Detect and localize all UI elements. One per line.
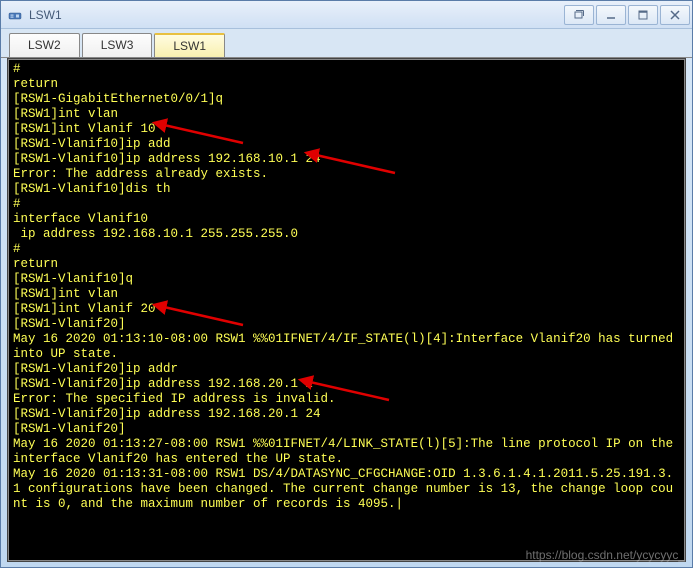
terminal-line: [RSW1-Vlanif20]ip addr xyxy=(13,362,680,377)
close-button[interactable] xyxy=(660,5,690,25)
terminal-line: Error: The specified IP address is inval… xyxy=(13,392,680,407)
terminal-line: return xyxy=(13,77,680,92)
titlebar-left: LSW1 xyxy=(7,7,62,23)
terminal-line: [RSW1-Vlanif10]dis th xyxy=(13,182,680,197)
terminal-line: [RSW1]int vlan xyxy=(13,107,680,122)
terminal-line: [RSW1]int vlan xyxy=(13,287,680,302)
terminal-line: Error: The address already exists. xyxy=(13,167,680,182)
terminal-line: [RSW1-Vlanif10]q xyxy=(13,272,680,287)
terminal-line: [RSW1]int Vlanif 10 xyxy=(13,122,680,137)
window-title: LSW1 xyxy=(29,8,62,22)
terminal-line: May 16 2020 01:13:27-08:00 RSW1 %%01IFNE… xyxy=(13,437,680,467)
terminal-line: return xyxy=(13,257,680,272)
terminal-container: #return[RSW1-GigabitEthernet0/0/1]q[RSW1… xyxy=(7,58,686,562)
terminal[interactable]: #return[RSW1-GigabitEthernet0/0/1]q[RSW1… xyxy=(9,60,684,560)
terminal-line: [RSW1-Vlanif10]ip address 192.168.10.1 2… xyxy=(13,152,680,167)
terminal-line: [RSW1-Vlanif20] xyxy=(13,317,680,332)
titlebar-buttons xyxy=(562,5,690,25)
minimize-button[interactable] xyxy=(596,5,626,25)
terminal-line: # xyxy=(13,62,680,77)
terminal-line: # xyxy=(13,242,680,257)
terminal-line: # xyxy=(13,197,680,212)
window-frame: LSW1 LSW2 LSW3 LSW1 #return[RSW1-Gigabit… xyxy=(0,0,693,568)
terminal-line: ip address 192.168.10.1 255.255.255.0 xyxy=(13,227,680,242)
titlebar: LSW1 xyxy=(1,1,692,29)
terminal-line: [RSW1-Vlanif20]ip address 192.168.20.1 2… xyxy=(13,407,680,422)
tab-bar: LSW2 LSW3 LSW1 xyxy=(1,29,692,58)
tab-lsw1[interactable]: LSW1 xyxy=(154,33,225,57)
terminal-line: [RSW1]int Vlanif 20 xyxy=(13,302,680,317)
app-icon xyxy=(7,7,23,23)
maximize-button[interactable] xyxy=(628,5,658,25)
terminal-line: [RSW1-Vlanif20]ip address 192.168.20.1 2 xyxy=(13,377,680,392)
terminal-line: May 16 2020 01:13:10-08:00 RSW1 %%01IFNE… xyxy=(13,332,680,362)
watermark: https://blog.csdn.net/ycycyyc_ xyxy=(526,548,685,562)
terminal-line: interface Vlanif10 xyxy=(13,212,680,227)
terminal-line: [RSW1-Vlanif10]ip add xyxy=(13,137,680,152)
tab-lsw2[interactable]: LSW2 xyxy=(9,33,80,57)
restore-down-button[interactable] xyxy=(564,5,594,25)
tab-lsw3[interactable]: LSW3 xyxy=(82,33,153,57)
terminal-line: [RSW1-Vlanif20] xyxy=(13,422,680,437)
terminal-line: [RSW1-GigabitEthernet0/0/1]q xyxy=(13,92,680,107)
terminal-line: May 16 2020 01:13:31-08:00 RSW1 DS/4/DAT… xyxy=(13,467,680,512)
